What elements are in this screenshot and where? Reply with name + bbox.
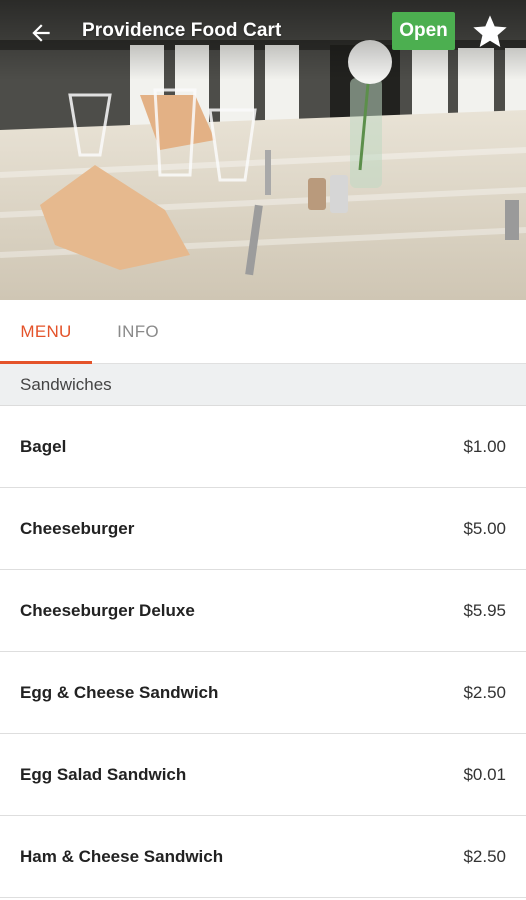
section-header: Sandwiches [0,364,526,406]
menu-item-name: Bagel [20,437,67,456]
menu-item[interactable]: Egg Salad Sandwich $0.01 [0,734,526,816]
menu-item-name: Egg Salad Sandwich [20,765,187,784]
menu-item-name: Egg & Cheese Sandwich [20,683,219,702]
menu-item-price: $5.00 [463,519,506,538]
menu-item-name: Cheeseburger [20,519,135,538]
app-bar: Providence Food Cart Open [0,0,526,64]
arrow-left-icon [32,24,50,42]
tab-bar: MENU INFO [0,300,526,364]
menu-item[interactable]: Ham & Cheese Sandwich $2.50 [0,816,526,898]
menu-item-price: $2.50 [463,847,506,866]
menu-list: Bagel $1.00 Cheeseburger $5.00 Cheesebur… [0,406,526,898]
hero-image: Providence Food Cart Open [0,0,526,300]
menu-item-name: Cheeseburger Deluxe [20,601,195,620]
status-badge: Open [392,12,455,50]
page-title: Providence Food Cart [82,20,282,41]
back-button[interactable] [22,14,60,52]
menu-item-price: $1.00 [463,437,506,456]
tab-info[interactable]: INFO [92,300,184,364]
tab-menu[interactable]: MENU [0,300,92,364]
menu-item-price: $2.50 [463,683,506,702]
menu-item[interactable]: Egg & Cheese Sandwich $2.50 [0,652,526,734]
menu-item[interactable]: Cheeseburger Deluxe $5.95 [0,570,526,652]
favorite-button[interactable] [468,10,512,54]
menu-item-price: $5.95 [463,601,506,620]
menu-item[interactable]: Cheeseburger $5.00 [0,488,526,570]
star-icon [473,15,507,48]
menu-item[interactable]: Bagel $1.00 [0,406,526,488]
menu-item-price: $0.01 [463,765,506,784]
menu-item-name: Ham & Cheese Sandwich [20,847,224,866]
